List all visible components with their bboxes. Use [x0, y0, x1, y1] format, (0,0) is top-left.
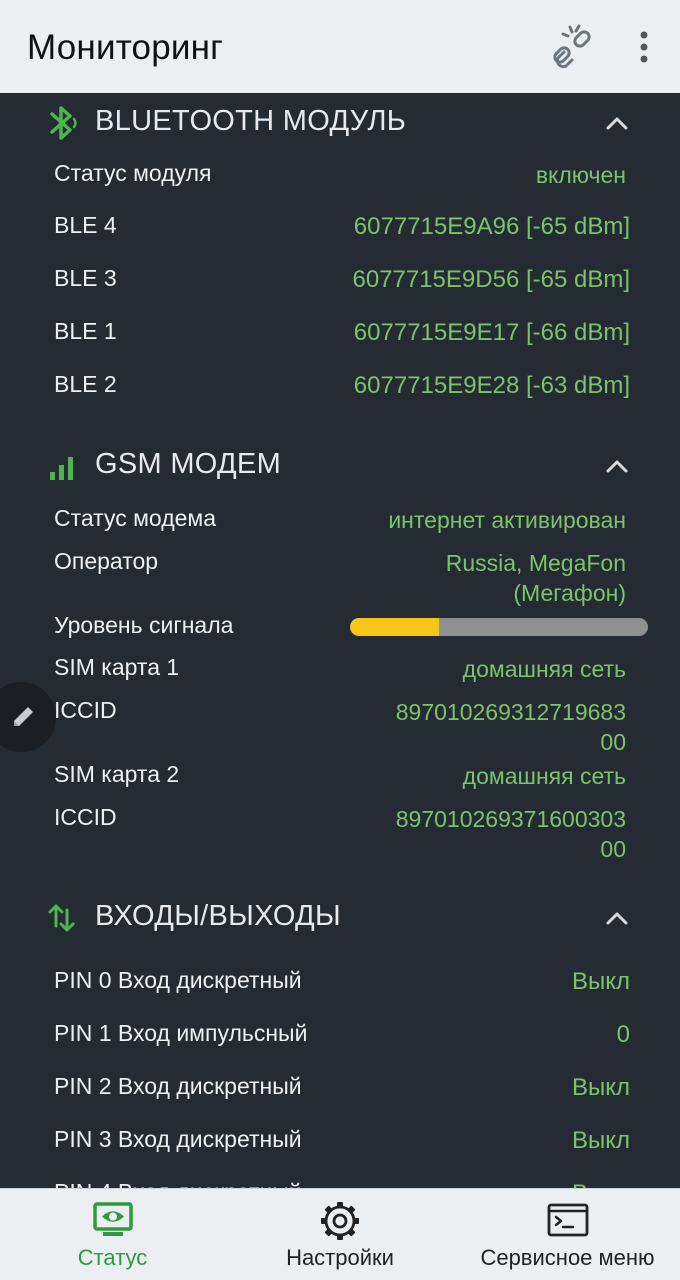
- nav-item-label: Настройки: [286, 1245, 394, 1270]
- row-key: BLE 3: [54, 265, 117, 291]
- row-value: 0: [616, 1021, 630, 1048]
- app-bar: Мониторинг: [0, 0, 680, 93]
- row-value: 6077715E9D56 [-65 dBm]: [352, 266, 630, 293]
- nav-item-service-menu[interactable]: Сервисное меню: [470, 1189, 665, 1280]
- row-key: ICCID: [54, 804, 117, 830]
- section-header-io[interactable]: ВХОДЫ/ВЫХОДЫ: [0, 888, 680, 948]
- row-key: PIN 4 Вход дискретный: [54, 1179, 302, 1188]
- chevron-up-icon[interactable]: [603, 452, 631, 480]
- row-value: домашняя сеть: [462, 656, 626, 682]
- row-key: Статус модуля: [54, 160, 212, 186]
- terminal-icon: [546, 1201, 590, 1241]
- row-value: включен: [535, 162, 626, 188]
- section-title: BLUETOOTH МОДУЛЬ: [95, 105, 407, 137]
- signal-level-fill: [350, 618, 440, 636]
- section-title: GSM МОДЕМ: [95, 448, 282, 480]
- row-key: PIN 0 Вход дискретный: [54, 967, 302, 993]
- nav-item-status[interactable]: Статус: [40, 1189, 185, 1280]
- row-key: Статус модема: [54, 505, 217, 531]
- gear-icon: [318, 1201, 362, 1241]
- chevron-up-icon[interactable]: [603, 109, 631, 137]
- page-title: Мониторинг: [27, 28, 224, 67]
- row-value: 6077715E9E28 [-63 dBm]: [353, 372, 630, 399]
- row-key: Уровень сигнала: [54, 612, 234, 638]
- row-value: Выкл: [571, 1074, 630, 1101]
- signal-level-bar: [350, 618, 648, 636]
- row-value: домашняя сеть: [462, 763, 626, 789]
- row-key: Оператор: [54, 548, 159, 574]
- row-value: 897010269371600303 00: [395, 806, 626, 862]
- row-key: SIM карта 2: [54, 761, 180, 787]
- row-value: 897010269312719683 00: [395, 699, 626, 755]
- row-key: BLE 2: [54, 371, 117, 397]
- monitor-eye-icon: [91, 1201, 135, 1241]
- section-header-bluetooth[interactable]: BLUETOOTH МОДУЛЬ: [0, 93, 680, 153]
- row-value: Russia, MegaFon (Мегафон): [445, 550, 626, 606]
- signal-bars-icon: [44, 446, 80, 486]
- row-value: 6077715E9E17 [-66 dBm]: [353, 319, 630, 346]
- row-value: 6077715E9A96 [-65 dBm]: [353, 213, 630, 240]
- row-key: ICCID: [54, 697, 117, 723]
- nav-item-settings[interactable]: Настройки: [265, 1189, 415, 1280]
- nav-item-label: Сервисное меню: [480, 1245, 655, 1270]
- chevron-up-icon[interactable]: [603, 904, 631, 932]
- more-vert-icon[interactable]: [628, 24, 660, 70]
- row-value: Выкл: [571, 968, 630, 995]
- row-key: PIN 1 Вход импульсный: [54, 1020, 308, 1046]
- section-header-gsm[interactable]: GSM МОДЕМ: [0, 436, 680, 496]
- swap-vert-icon: [44, 898, 80, 938]
- row-key: SIM карта 1: [54, 654, 180, 680]
- row-value: Выкл: [571, 1127, 630, 1154]
- row-key: PIN 3 Вход дискретный: [54, 1126, 302, 1152]
- row-value: Выкл: [572, 1179, 630, 1188]
- nav-item-label: Статус: [77, 1245, 148, 1270]
- row-key: BLE 1: [54, 318, 117, 344]
- pencil-icon: [14, 707, 33, 726]
- bottom-navigation: Статус Настройки Сервисное меню: [0, 1188, 680, 1280]
- row-key: BLE 4: [54, 212, 117, 238]
- link-broken-icon[interactable]: [548, 24, 598, 70]
- status-content[interactable]: BLUETOOTH МОДУЛЬ Статус модуля включен B…: [0, 93, 680, 1188]
- section-title: ВХОДЫ/ВЫХОДЫ: [95, 900, 341, 932]
- row-value: интернет активирован: [388, 507, 626, 533]
- row-key: PIN 2 Вход дискретный: [54, 1073, 302, 1099]
- bluetooth-icon: [44, 103, 80, 143]
